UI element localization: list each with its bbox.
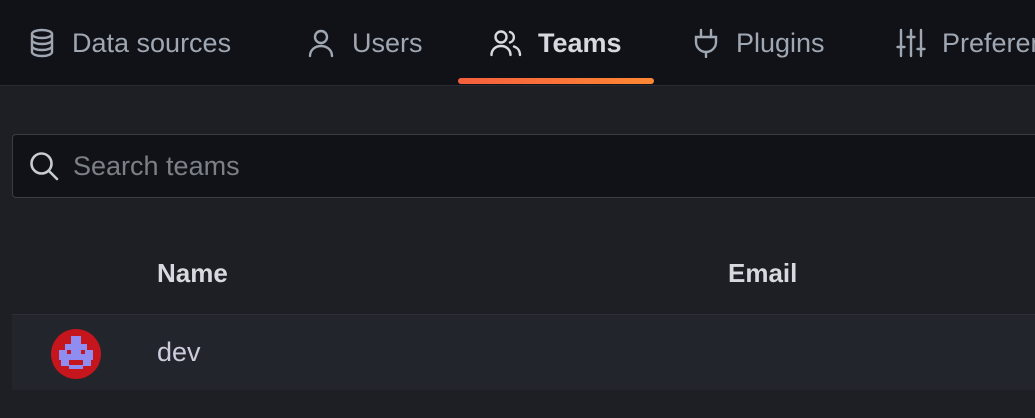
tab-label: Teams [538,27,622,58]
column-header-email[interactable]: Email [728,258,797,289]
users-icon [490,28,522,58]
tab-label: Data sources [72,27,232,58]
column-header-name[interactable]: Name [157,258,228,289]
tab-plugins[interactable]: Plugins [692,0,825,85]
active-tab-indicator [458,78,654,84]
tab-label: Plugins [736,27,825,58]
tab-label: Users [352,27,423,58]
tab-bar: Data sources Users Teams Plugins Prefere [0,0,1035,86]
tab-teams[interactable]: Teams [458,0,654,85]
plug-icon [692,28,720,58]
tab-data-sources[interactable]: Data sources [28,0,232,85]
search-icon [29,151,59,181]
tab-preferences[interactable]: Preferences [896,0,1035,85]
database-icon [28,28,56,58]
tab-users[interactable]: Users [306,0,423,85]
tab-label: Preferences [942,27,1035,58]
table-row[interactable]: dev [12,314,1035,390]
search-box[interactable] [12,134,1035,198]
team-name-link[interactable]: dev [157,337,201,368]
sliders-icon [896,28,926,58]
team-avatar-icon [51,329,101,379]
search-input[interactable] [71,149,971,183]
user-icon [306,28,336,58]
